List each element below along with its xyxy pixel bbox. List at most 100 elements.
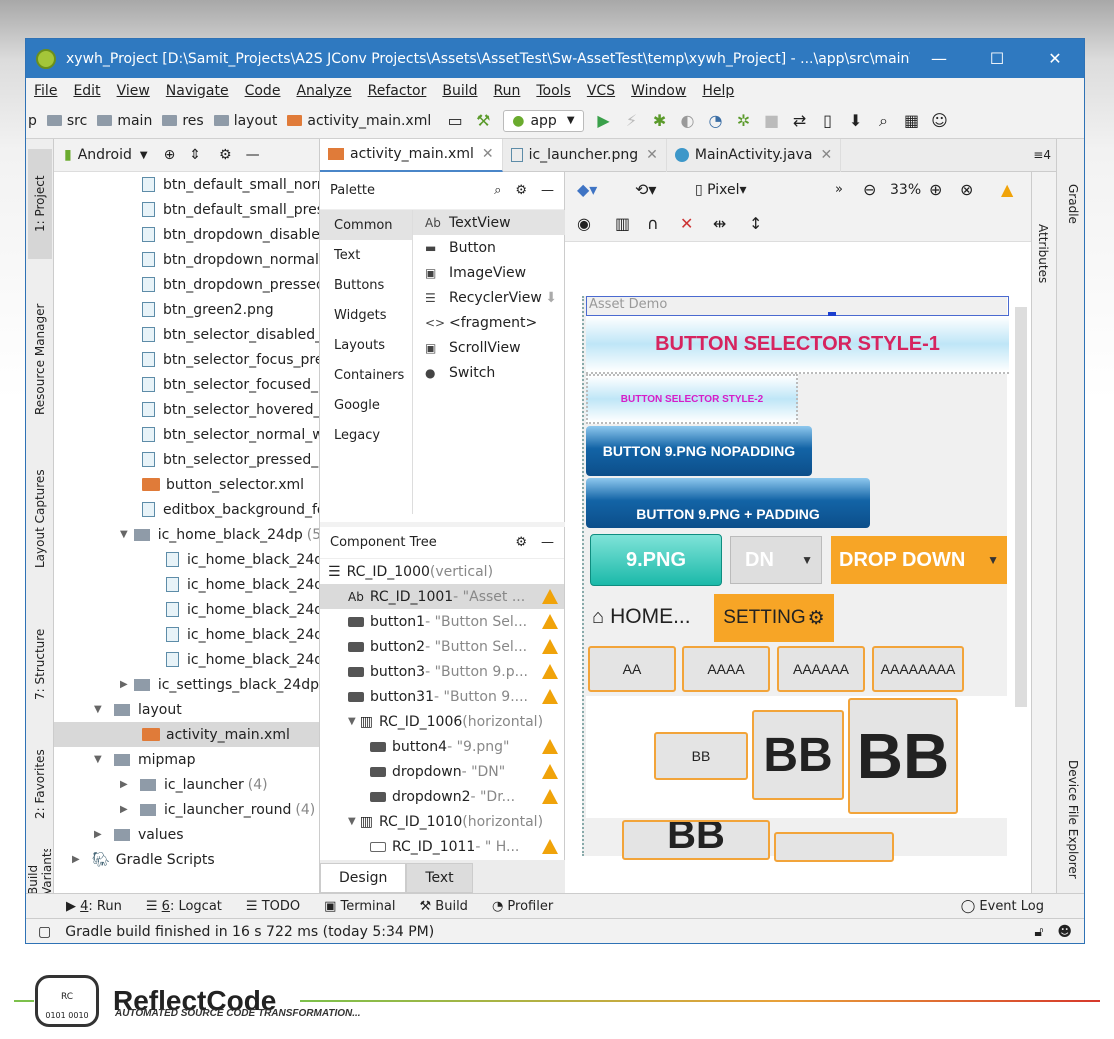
- tab-run[interactable]: ▶ 4: Run: [66, 899, 122, 914]
- component-tree-row[interactable]: dropdown2- "Dr...: [320, 784, 564, 809]
- palette-category[interactable]: Buttons: [320, 270, 412, 300]
- preview-asset-text[interactable]: Asset Demo: [586, 296, 1009, 316]
- close-icon[interactable]: ✕: [482, 146, 494, 162]
- close-button[interactable]: ✕: [1026, 39, 1084, 78]
- layout-icon[interactable]: ▭: [441, 111, 469, 130]
- warning-icon[interactable]: [542, 689, 558, 704]
- project-tree-item[interactable]: ic_home_black_24d: [54, 547, 319, 572]
- inspector-icon[interactable]: ☻: [1057, 924, 1072, 940]
- component-tree-row[interactable]: button4- "9.png": [320, 734, 564, 759]
- breadcrumb-src[interactable]: src: [46, 113, 87, 129]
- preview-button2[interactable]: BUTTON SELECTOR STYLE-2: [586, 374, 798, 424]
- project-tree-item[interactable]: btn_default_small_pres: [54, 197, 319, 222]
- canvas-scrollbar[interactable]: [1015, 307, 1027, 707]
- tab-design[interactable]: Design: [320, 863, 407, 893]
- preview-button4[interactable]: 9.PNG: [590, 534, 722, 586]
- sdk-manager-icon[interactable]: ⬇: [842, 111, 870, 130]
- menu-build[interactable]: Build: [442, 83, 477, 99]
- warning-icon[interactable]: [542, 614, 558, 629]
- palette-category[interactable]: Layouts: [320, 330, 412, 360]
- project-tree-item[interactable]: ▼ mipmap: [54, 747, 319, 772]
- project-tree-item[interactable]: ▶ ic_launcher_round (4): [54, 797, 319, 822]
- component-tree-row[interactable]: button1- "Button Sel...: [320, 609, 564, 634]
- chevron-down-icon[interactable]: ▼: [348, 816, 356, 827]
- zoom-fit-icon[interactable]: ⊗: [960, 180, 973, 199]
- tab-profiler[interactable]: ◔ Profiler: [492, 899, 553, 914]
- menu-window[interactable]: Window: [631, 83, 686, 99]
- minimize-button[interactable]: —: [910, 39, 968, 78]
- tab-main-activity[interactable]: MainActivity.java ✕: [667, 138, 842, 172]
- menu-edit[interactable]: Edit: [73, 83, 100, 99]
- hide-icon[interactable]: —: [246, 147, 260, 163]
- tab-device-file-explorer[interactable]: Device File Explorer: [1061, 749, 1084, 889]
- tab-project[interactable]: 1: Project: [28, 149, 52, 259]
- project-tree-item[interactable]: ▶ values: [54, 822, 319, 847]
- preview-bb-bottom2-button[interactable]: [774, 832, 894, 862]
- preview-button1[interactable]: BUTTON SELECTOR STYLE-1: [586, 316, 1009, 374]
- profile-icon[interactable]: ◔: [702, 111, 730, 130]
- project-tree-item[interactable]: ic_home_black_24d: [54, 647, 319, 672]
- component-tree-row[interactable]: ▼ ▥ RC_ID_1006 (horizontal): [320, 709, 564, 734]
- palette-item[interactable]: <> <fragment>: [413, 310, 565, 335]
- debug-icon[interactable]: ✱: [646, 111, 674, 130]
- tab-ic-launcher[interactable]: ic_launcher.png ✕: [503, 138, 667, 172]
- project-tree-item[interactable]: ▶ ic_launcher (4): [54, 772, 319, 797]
- project-tree-item[interactable]: btn_default_small_norr: [54, 172, 319, 197]
- project-tree-item[interactable]: ▼ ic_home_black_24dp (5: [54, 522, 319, 547]
- palette-item[interactable]: ▣ ImageView: [413, 260, 565, 285]
- preview-home-button[interactable]: ⌂ HOME...: [586, 592, 712, 642]
- component-tree-row[interactable]: RC_ID_1011- " H...: [320, 834, 564, 859]
- palette-item[interactable]: ● Switch: [413, 360, 565, 385]
- menu-analyze[interactable]: Analyze: [296, 83, 351, 99]
- preview-aaaaaaaa-button[interactable]: AAAAAAAA: [872, 646, 964, 692]
- project-tree-item[interactable]: btn_selector_focus_pre: [54, 347, 319, 372]
- project-tree-item[interactable]: ▶ ic_settings_black_24dp: [54, 672, 319, 697]
- preview-aaaaaa-button[interactable]: AAAAAA: [777, 646, 865, 692]
- lock-icon[interactable]: 🔓︎: [1034, 924, 1043, 940]
- warning-icon[interactable]: [542, 739, 558, 754]
- palette-item[interactable]: ☰ RecyclerView ⬇: [413, 285, 565, 310]
- maximize-button[interactable]: ☐: [968, 39, 1026, 78]
- run-icon[interactable]: ▶: [590, 111, 618, 130]
- warning-icon[interactable]: [542, 764, 558, 779]
- sync-gradle-icon[interactable]: ⇄: [786, 111, 814, 130]
- make-hammer-icon[interactable]: ⚒: [469, 111, 497, 130]
- palette-category[interactable]: Legacy: [320, 420, 412, 450]
- palette-item[interactable]: ▣ ScrollView: [413, 335, 565, 360]
- attach-debugger-icon[interactable]: ✲: [730, 111, 758, 130]
- menu-refactor[interactable]: Refactor: [368, 83, 427, 99]
- project-tree-item[interactable]: btn_selector_focused_b: [54, 372, 319, 397]
- apply-changes-icon[interactable]: ⚡: [618, 111, 646, 130]
- breadcrumb-layout[interactable]: layout: [213, 113, 277, 129]
- close-icon[interactable]: ✕: [646, 147, 658, 163]
- tab-build-variants[interactable]: Build Variants: [28, 849, 52, 893]
- eye-icon[interactable]: ◉: [577, 214, 591, 233]
- project-tree-item[interactable]: activity_main.xml: [54, 722, 319, 747]
- project-tree-item[interactable]: editbox_background_fo: [54, 497, 319, 522]
- preview-dropdown2[interactable]: DROP DOWN ▼: [831, 536, 1007, 584]
- component-tree-row[interactable]: ☰ RC_ID_1000 (vertical): [320, 559, 564, 584]
- orientation-icon[interactable]: ⟲▾: [635, 180, 656, 199]
- menu-vcs[interactable]: VCS: [587, 83, 615, 99]
- search-icon[interactable]: ⌕: [870, 111, 898, 131]
- pack-icon[interactable]: ⇹: [713, 214, 726, 233]
- device-select[interactable]: ▯ Pixel▾: [695, 182, 747, 198]
- palette-item[interactable]: Ab TextView: [413, 210, 565, 235]
- menu-run[interactable]: Run: [494, 83, 521, 99]
- chevron-down-icon[interactable]: ▼: [94, 704, 108, 715]
- stop-icon[interactable]: ■: [758, 111, 786, 130]
- project-tree-item[interactable]: ▼ layout: [54, 697, 319, 722]
- tab-gradle[interactable]: Gradle: [1061, 159, 1084, 249]
- project-tree-item[interactable]: btn_selector_hovered_c: [54, 397, 319, 422]
- project-tree-item[interactable]: button_selector.xml: [54, 472, 319, 497]
- chevron-right-icon[interactable]: ▶: [120, 779, 134, 790]
- project-tree-item[interactable]: btn_green2.png: [54, 297, 319, 322]
- coverage-icon[interactable]: ◐: [674, 111, 702, 130]
- component-tree-row[interactable]: ▼ ▥ RC_ID_1010 (horizontal): [320, 809, 564, 834]
- warning-icon[interactable]: [542, 664, 558, 679]
- collapse-icon[interactable]: ⇕: [189, 147, 201, 163]
- palette-category[interactable]: Containers: [320, 360, 412, 390]
- gear-icon[interactable]: ⚙: [515, 183, 527, 198]
- tab-attributes[interactable]: Attributes: [1036, 224, 1050, 283]
- chevron-right-icon[interactable]: ▶: [72, 854, 86, 865]
